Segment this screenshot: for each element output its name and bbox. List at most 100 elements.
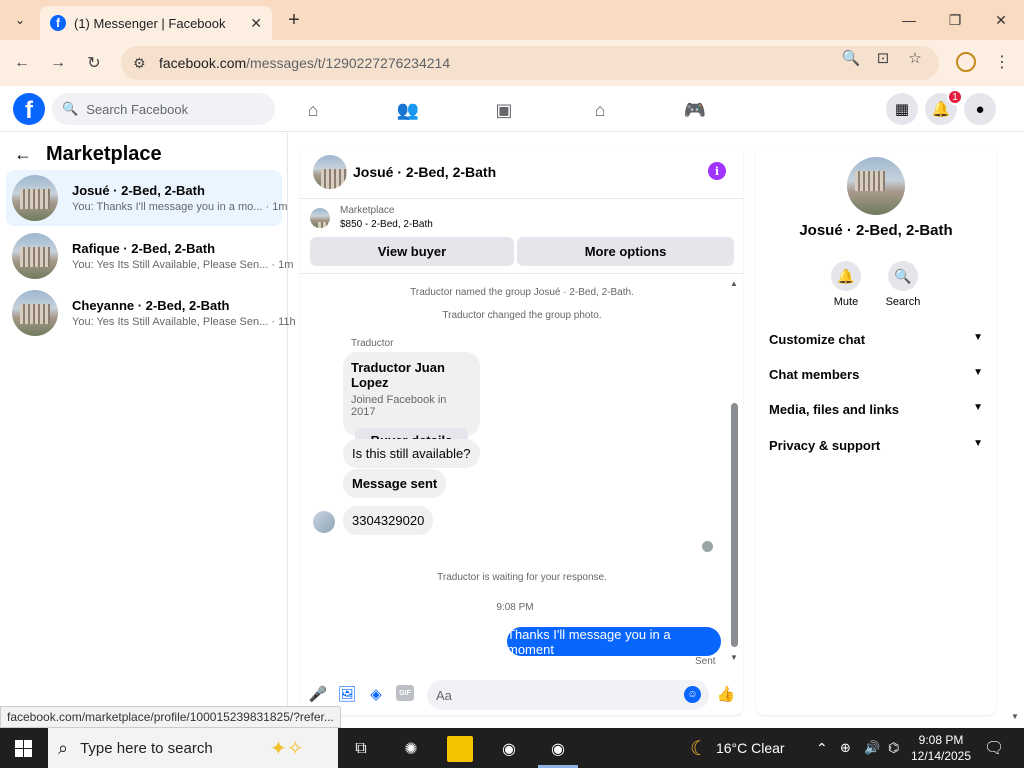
search-icon: ⌕ xyxy=(58,737,69,758)
app-icon[interactable]: ✺ xyxy=(398,736,424,762)
tab-title: (1) Messenger | Facebook xyxy=(74,15,226,31)
close-window-button[interactable]: ✕ xyxy=(978,0,1024,40)
video-icon[interactable]: ▣ xyxy=(492,98,516,122)
chat-details-panel: Josué · 2-Bed, 2-Bath 🔔 Mute 🔍 Search Cu… xyxy=(756,145,996,715)
scroll-down-arrow-icon[interactable]: ▼ xyxy=(730,653,738,662)
address-bar[interactable]: ⚙ facebook.com/messages/t/12902272762342… xyxy=(121,46,939,80)
chrome-icon[interactable]: ◉ xyxy=(496,736,522,762)
browser-tab[interactable]: f (1) Messenger | Facebook ✕ xyxy=(40,6,272,40)
chevron-down-icon: ▼ xyxy=(973,438,983,449)
sent-status: Sent xyxy=(695,656,716,667)
site-settings-icon[interactable]: ⚙ xyxy=(133,55,149,72)
tab-close-icon[interactable]: ✕ xyxy=(250,15,262,32)
facebook-favicon-icon: f xyxy=(50,15,66,31)
incoming-message: Is this still available? xyxy=(343,439,480,468)
sidebar-title: Marketplace xyxy=(46,143,162,165)
tab-search-button[interactable]: ⌄ xyxy=(8,8,32,32)
menu-grid-icon[interactable]: ▦ xyxy=(886,93,918,125)
friends-icon[interactable]: 👥 xyxy=(396,98,420,122)
gif-icon[interactable]: GIF xyxy=(396,685,414,701)
system-clock[interactable]: 9:08 PM 12/14/2025 xyxy=(906,732,976,764)
facebook-search-input[interactable]: 🔍 Search Facebook xyxy=(52,93,275,125)
message-input[interactable]: Aa xyxy=(427,680,709,710)
incoming-message: 3304329020 xyxy=(343,506,434,535)
section-privacy-support[interactable]: Privacy & support ▼ xyxy=(769,438,983,453)
sticky-notes-icon[interactable] xyxy=(447,736,473,762)
install-app-icon[interactable]: ⊡ xyxy=(873,48,893,68)
facebook-header: f 🔍 Search Facebook ⌂ 👥 ▣ ⌂ 🎮 ▦ 🔔 ● xyxy=(0,86,1024,132)
network-icon[interactable]: ⊕ xyxy=(840,728,851,768)
minimize-button[interactable]: — xyxy=(886,0,932,40)
listing-thumbnail xyxy=(12,233,58,279)
reload-icon[interactable]: ↻ xyxy=(82,51,106,75)
weather-widget[interactable]: ☾ 16°C Clear xyxy=(690,728,785,768)
chevron-down-icon: ▼ xyxy=(973,402,983,413)
like-icon[interactable]: 👍 xyxy=(716,684,736,704)
conversation-name: Josué · 2-Bed, 2-Bath xyxy=(72,183,205,198)
chrome-profile-icon[interactable]: ◉ xyxy=(545,736,571,762)
moon-icon: ☾ xyxy=(690,737,708,760)
search-action[interactable]: 🔍 Search xyxy=(878,261,928,308)
chat-panel: Josué · 2-Bed, 2-Bath i Marketplace $850… xyxy=(301,145,743,715)
chat-scrollbar[interactable] xyxy=(731,403,738,647)
buyer-card: Traductor Juan Lopez Joined Facebook in … xyxy=(343,352,480,452)
browser-profile-icon[interactable] xyxy=(956,52,976,72)
conversation-item[interactable]: Rafique · 2-Bed, 2-Bath You: Yes Its Sti… xyxy=(6,228,293,284)
taskbar-search-input[interactable]: ⌕ Type here to search ✦✧ xyxy=(48,728,338,768)
mute-label: Mute xyxy=(833,296,859,308)
sticker-icon[interactable]: ◈ xyxy=(366,684,386,704)
listing-source: Marketplace xyxy=(340,205,395,216)
section-media-files-links[interactable]: Media, files and links ▼ xyxy=(769,402,983,417)
chat-title[interactable]: Josué · 2-Bed, 2-Bath xyxy=(353,164,496,180)
page-scroll-down-icon[interactable]: ▼ xyxy=(1011,712,1019,721)
search-icon: 🔍 xyxy=(62,101,79,116)
chevron-down-icon: ▼ xyxy=(973,332,983,343)
account-avatar[interactable]: ● xyxy=(964,93,996,125)
zoom-icon[interactable]: 🔍 xyxy=(841,48,861,68)
maximize-button[interactable]: ❐ xyxy=(932,0,978,40)
scroll-up-arrow-icon[interactable]: ▲ xyxy=(730,279,738,288)
view-buyer-button[interactable]: View buyer xyxy=(310,237,514,266)
incoming-message: Message sent xyxy=(343,469,447,498)
weather-text: 16°C Clear xyxy=(715,740,785,756)
browser-toolbar: ← → ↻ ⚙ facebook.com/messages/t/12902272… xyxy=(0,40,1024,86)
microphone-icon[interactable]: 🎤 xyxy=(308,684,328,704)
outgoing-message: Thanks I'll message you in a moment xyxy=(507,627,721,657)
emoji-icon[interactable]: ☺ xyxy=(684,686,701,703)
facebook-logo-icon[interactable]: f xyxy=(13,93,45,125)
photo-icon[interactable]: 🖼 xyxy=(337,684,357,704)
forward-icon[interactable]: → xyxy=(46,51,70,75)
seen-avatar-icon xyxy=(702,541,713,552)
task-view-icon[interactable]: ⧉ xyxy=(348,736,374,762)
more-options-button[interactable]: More options xyxy=(517,237,734,266)
section-customize-chat[interactable]: Customize chat ▼ xyxy=(769,332,983,347)
volume-icon[interactable]: 🔊 xyxy=(864,728,880,768)
listing-summary[interactable]: Marketplace $850 - 2-Bed, 2-Bath xyxy=(310,205,433,230)
conversation-name: Rafique · 2-Bed, 2-Bath xyxy=(72,241,216,256)
sender-avatar[interactable] xyxy=(313,511,335,533)
search-label: Search xyxy=(885,296,921,308)
new-tab-button[interactable]: + xyxy=(282,8,306,32)
sparkle-icon: ✦✧ xyxy=(270,738,304,760)
marketplace-icon[interactable]: ⌂ xyxy=(588,98,612,122)
notification-center-icon[interactable]: 🗨 xyxy=(984,728,1004,768)
sender-name: Traductor xyxy=(351,338,394,349)
info-icon[interactable]: i xyxy=(708,162,726,180)
home-icon[interactable]: ⌂ xyxy=(301,98,325,122)
conversation-item[interactable]: Josué · 2-Bed, 2-Bath You: Thanks I'll m… xyxy=(6,170,288,226)
bookmark-star-icon[interactable]: ☆ xyxy=(905,48,925,68)
section-chat-members[interactable]: Chat members ▼ xyxy=(769,367,983,382)
chat-profile-image[interactable] xyxy=(847,157,905,215)
wifi-icon[interactable]: ⌬ xyxy=(888,728,899,768)
show-hidden-icons[interactable]: ⌃ xyxy=(816,728,828,768)
back-icon[interactable]: ← xyxy=(10,51,34,75)
search-placeholder: Search Facebook xyxy=(86,101,189,117)
chat-thumbnail[interactable] xyxy=(313,154,347,189)
mute-action[interactable]: 🔔 Mute xyxy=(821,261,871,308)
back-arrow-icon[interactable]: ← xyxy=(14,144,32,165)
windows-start-icon[interactable] xyxy=(15,740,32,757)
gaming-icon[interactable]: 🎮 xyxy=(683,98,707,122)
conversation-item[interactable]: Cheyanne · 2-Bed, 2-Bath You: Yes Its St… xyxy=(6,285,296,341)
browser-menu-icon[interactable]: ⋮ xyxy=(994,52,1010,72)
clock-date: 12/14/2025 xyxy=(910,749,972,763)
